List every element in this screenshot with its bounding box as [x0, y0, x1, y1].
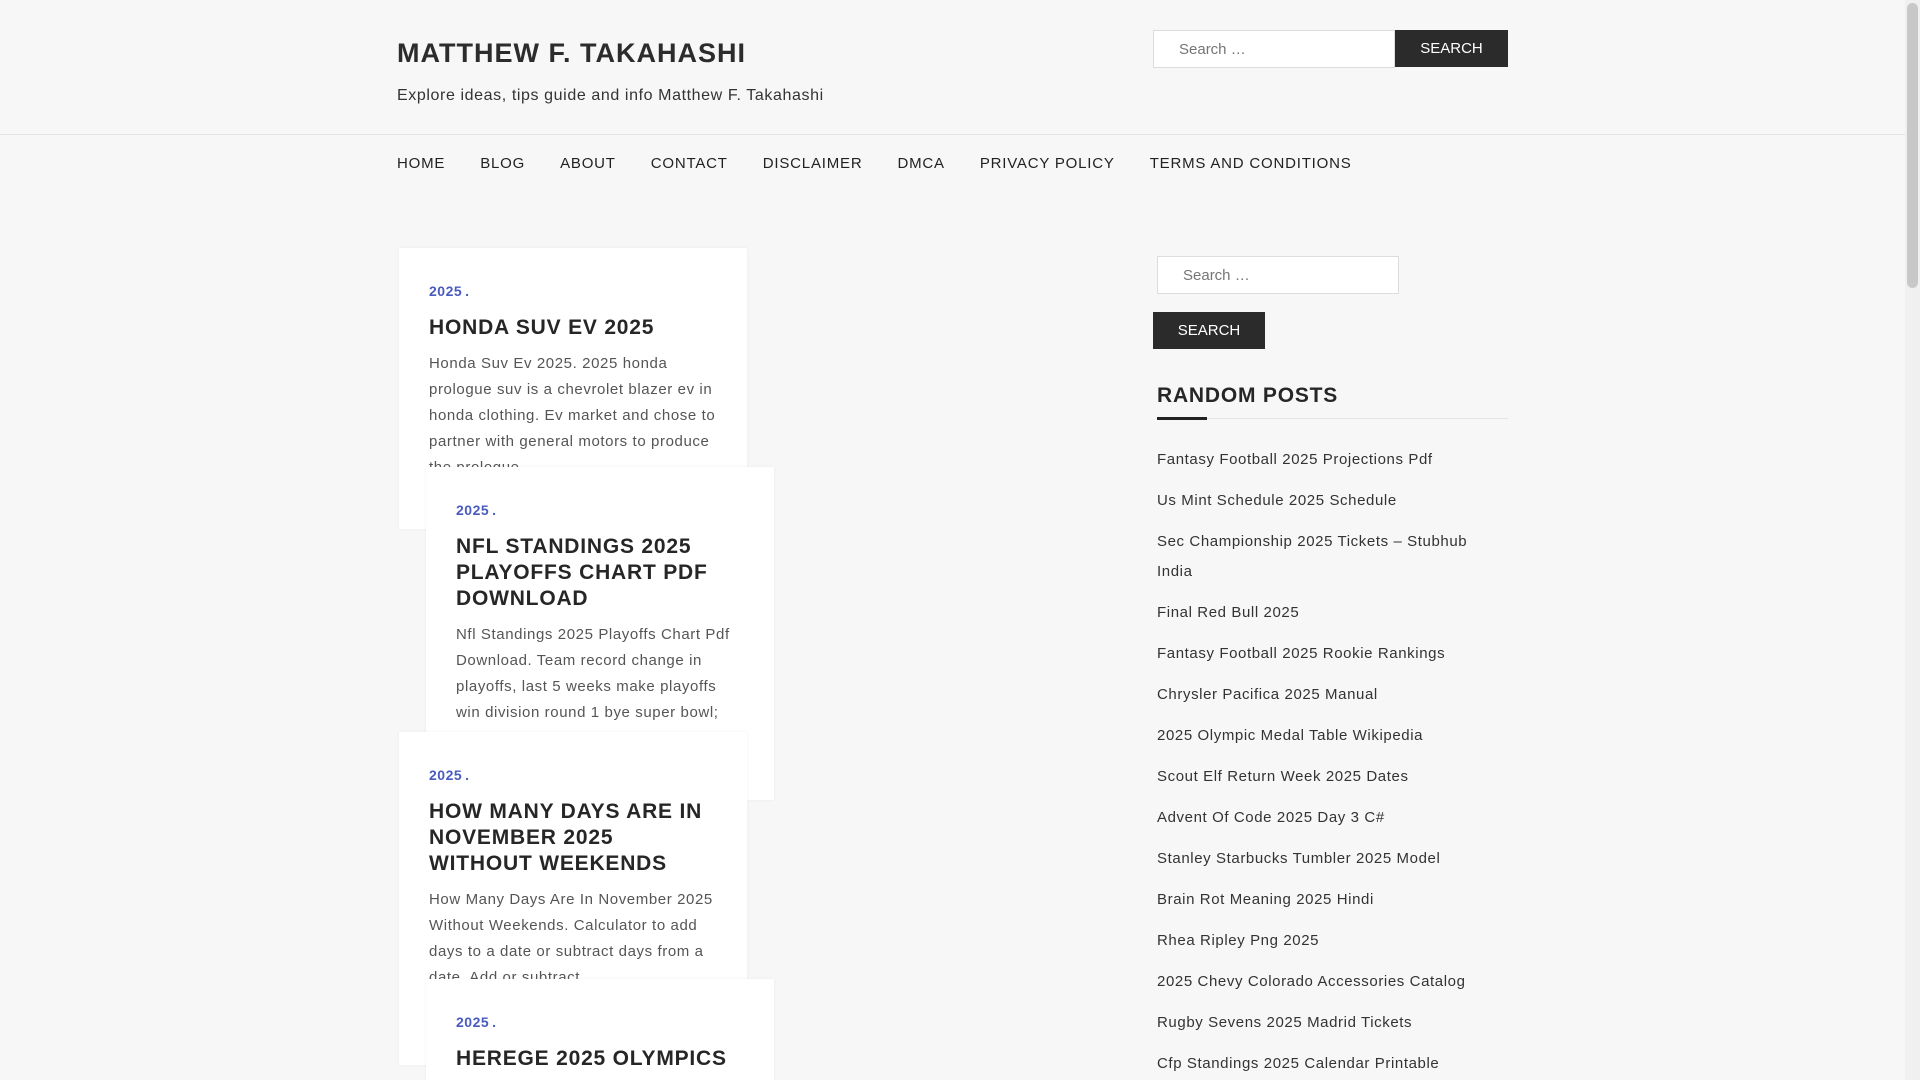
post-title[interactable]: HEREGE 2025 OLYMPICS	[456, 1046, 744, 1072]
page-scrollbar[interactable]	[1905, 0, 1920, 1080]
nav-privacy-policy[interactable]: PRIVACY POLICY	[980, 155, 1115, 172]
post-category[interactable]: 2025.	[456, 1014, 744, 1030]
sidebar-search-form: Search	[1153, 256, 1508, 349]
site-title[interactable]: MATTHEW F. TAKAHASHI	[397, 38, 746, 69]
random-post-link[interactable]: Stanley Starbucks Tumbler 2025 Model	[1157, 844, 1497, 874]
post-excerpt: Honda Suv Ev 2025. 2025 honda prologue s…	[429, 355, 716, 476]
post-card: 2025. HEREGE 2025 OLYMPICS	[426, 979, 774, 1080]
nav-blog[interactable]: BLOG	[480, 155, 525, 172]
random-post-link[interactable]: Fantasy Football 2025 Rookie Rankings	[1157, 639, 1497, 669]
post-excerpt: How Many Days Are In November 2025 Witho…	[429, 891, 713, 986]
random-post-link[interactable]: Us Mint Schedule 2025 Schedule	[1157, 486, 1497, 516]
post-category[interactable]: 2025.	[429, 283, 717, 299]
random-post-link[interactable]: Advent Of Code 2025 Day 3 C#	[1157, 803, 1497, 833]
nav-dmca[interactable]: DMCA	[897, 155, 944, 172]
random-post-link[interactable]: Rugby Sevens 2025 Madrid Tickets	[1157, 1008, 1497, 1038]
random-posts-list: Fantasy Football 2025 Projections Pdf Us…	[1157, 445, 1497, 1079]
random-post-link[interactable]: Scout Elf Return Week 2025 Dates	[1157, 762, 1497, 792]
random-post-link[interactable]: Fantasy Football 2025 Projections Pdf	[1157, 445, 1497, 475]
nav-home[interactable]: HOME	[397, 155, 445, 172]
header-search-button[interactable]: Search	[1395, 30, 1508, 67]
nav-about[interactable]: ABOUT	[560, 155, 616, 172]
post-title[interactable]: HONDA SUV EV 2025	[429, 315, 717, 341]
nav-disclaimer[interactable]: DISCLAIMER	[763, 155, 863, 172]
sidebar-search-input[interactable]	[1157, 256, 1399, 294]
nav-terms-and-conditions[interactable]: TERMS AND CONDITIONS	[1150, 155, 1352, 172]
post-category[interactable]: 2025.	[429, 767, 717, 783]
random-posts-title: RANDOM POSTS	[1157, 384, 1508, 420]
random-post-link[interactable]: Sec Championship 2025 Tickets – Stubhub …	[1157, 527, 1497, 587]
main-nav: HOME BLOG ABOUT CONTACT DISCLAIMER DMCA …	[397, 155, 1387, 172]
sidebar-search-button[interactable]: Search	[1153, 312, 1265, 349]
random-post-link[interactable]: 2025 Olympic Medal Table Wikipedia	[1157, 721, 1497, 751]
header-search-input[interactable]	[1153, 30, 1395, 68]
random-post-link[interactable]: Rhea Ripley Png 2025	[1157, 926, 1497, 956]
random-post-link[interactable]: Final Red Bull 2025	[1157, 598, 1497, 628]
random-post-link[interactable]: Chrysler Pacifica 2025 Manual	[1157, 680, 1497, 710]
post-title[interactable]: HOW MANY DAYS ARE IN NOVEMBER 2025 WITHO…	[429, 799, 717, 877]
header-divider	[0, 134, 1905, 135]
random-post-link[interactable]: 2025 Chevy Colorado Accessories Catalog	[1157, 967, 1497, 997]
post-title[interactable]: NFL STANDINGS 2025 PLAYOFFS CHART PDF DO…	[456, 534, 744, 612]
random-post-link[interactable]: Brain Rot Meaning 2025 Hindi	[1157, 885, 1497, 915]
post-excerpt: Nfl Standings 2025 Playoffs Chart Pdf Do…	[456, 626, 730, 721]
sidebar: Search RANDOM POSTS Fantasy Football 202…	[1153, 256, 1508, 1080]
nav-contact[interactable]: CONTACT	[651, 155, 728, 172]
random-post-link[interactable]: Cfp Standings 2025 Calendar Printable	[1157, 1049, 1497, 1079]
header-search-form: Search	[1153, 30, 1508, 68]
page: MATTHEW F. TAKAHASHI Explore ideas, tips…	[0, 0, 1920, 1080]
scrollbar-thumb[interactable]	[1907, 3, 1918, 288]
site-description: Explore ideas, tips guide and info Matth…	[397, 87, 824, 104]
post-category[interactable]: 2025.	[456, 502, 744, 518]
